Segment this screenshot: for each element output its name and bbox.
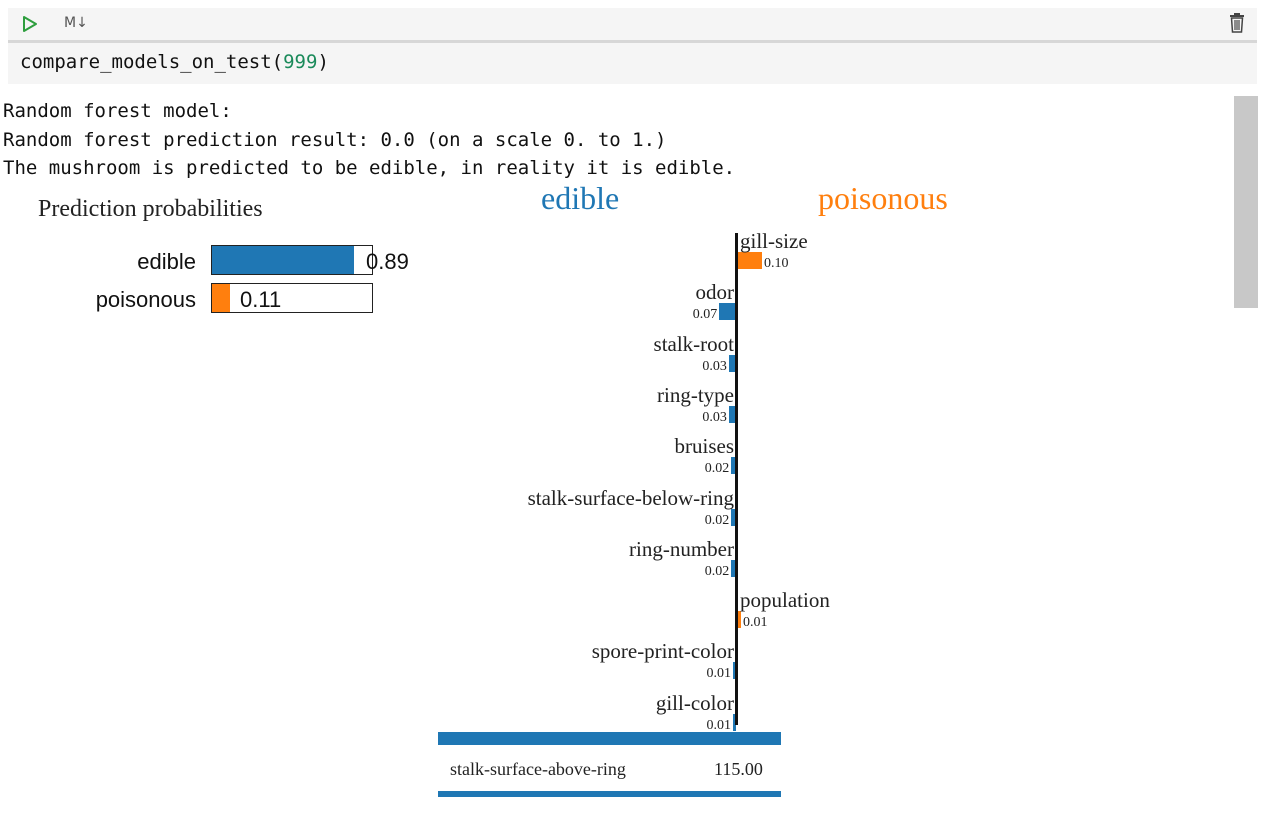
cell-type-label[interactable]: M↓: [64, 15, 88, 31]
feature-bar: [738, 611, 741, 629]
feature-name: spore-print-color: [591, 639, 734, 664]
feature-name: gill-size: [740, 229, 808, 253]
prob-value-edible: 0.89: [366, 249, 409, 274]
feature-bar: [719, 303, 736, 321]
code-cell[interactable]: compare_models_on_test(999): [8, 40, 1257, 84]
output-line: Random forest model:: [3, 100, 232, 122]
prediction-title: Prediction probabilities: [38, 196, 263, 222]
class-label-poisonous: poisonous: [818, 180, 948, 216]
feature-weight-label: 0.01: [706, 666, 732, 682]
output-line: Random forest prediction result: 0.0 (on…: [3, 129, 667, 151]
feature-weight-label: 0.02: [704, 512, 730, 528]
prob-fill-edible: [212, 246, 355, 274]
prob-label-poisonous: poisonous: [95, 287, 196, 312]
feature-name: population: [740, 588, 830, 613]
feature-weight-label: 0.07: [692, 307, 718, 323]
feature-name: stalk-surface-below-ring: [527, 485, 734, 510]
feature-bar: [738, 252, 762, 269]
play-icon[interactable]: [20, 14, 40, 34]
code-argument: 999: [283, 51, 318, 73]
feature-name: ring-number: [629, 536, 734, 561]
output-scrollbar[interactable]: [1234, 96, 1258, 308]
prob-fill-poisonous: [212, 284, 230, 312]
code-function-call: compare_models_on_test(: [20, 51, 284, 73]
table-top-rule: [438, 732, 781, 745]
feature-name: odor: [695, 280, 735, 305]
feature-name: ring-type: [657, 382, 734, 407]
feature-weight-label: 0.03: [702, 358, 727, 374]
code-line[interactable]: compare_models_on_test(999): [20, 51, 329, 73]
prob-value-poisonous: 0.11: [240, 287, 282, 312]
chart-axis: [735, 233, 738, 725]
table-feature-value: 115.00: [714, 759, 763, 779]
feature-weight-label: 0.02: [704, 461, 730, 477]
feature-weight-label: 0.10: [764, 256, 789, 271]
table-feature-name: stalk-surface-above-ring: [450, 759, 626, 779]
feature-name: bruises: [674, 434, 735, 459]
prob-bar-poisonous: [211, 283, 373, 313]
feature-name: stalk-root: [653, 331, 734, 356]
feature-weight-label: 0.02: [704, 563, 730, 579]
feature-weight-label: 0.01: [743, 615, 768, 631]
class-label-edible: edible: [541, 180, 620, 216]
output-line: The mushroom is predicted to be edible, …: [3, 157, 736, 179]
feature-weight-label: 0.03: [702, 409, 727, 425]
code-close-paren: ): [317, 51, 329, 73]
prob-label-edible: edible: [137, 249, 196, 274]
table-bottom-rule: [438, 791, 781, 797]
prob-bar-edible: [211, 245, 373, 275]
cell-toolbar: M↓: [8, 8, 1257, 40]
trash-icon[interactable]: [1227, 12, 1247, 34]
feature-name: gill-color: [655, 690, 734, 715]
